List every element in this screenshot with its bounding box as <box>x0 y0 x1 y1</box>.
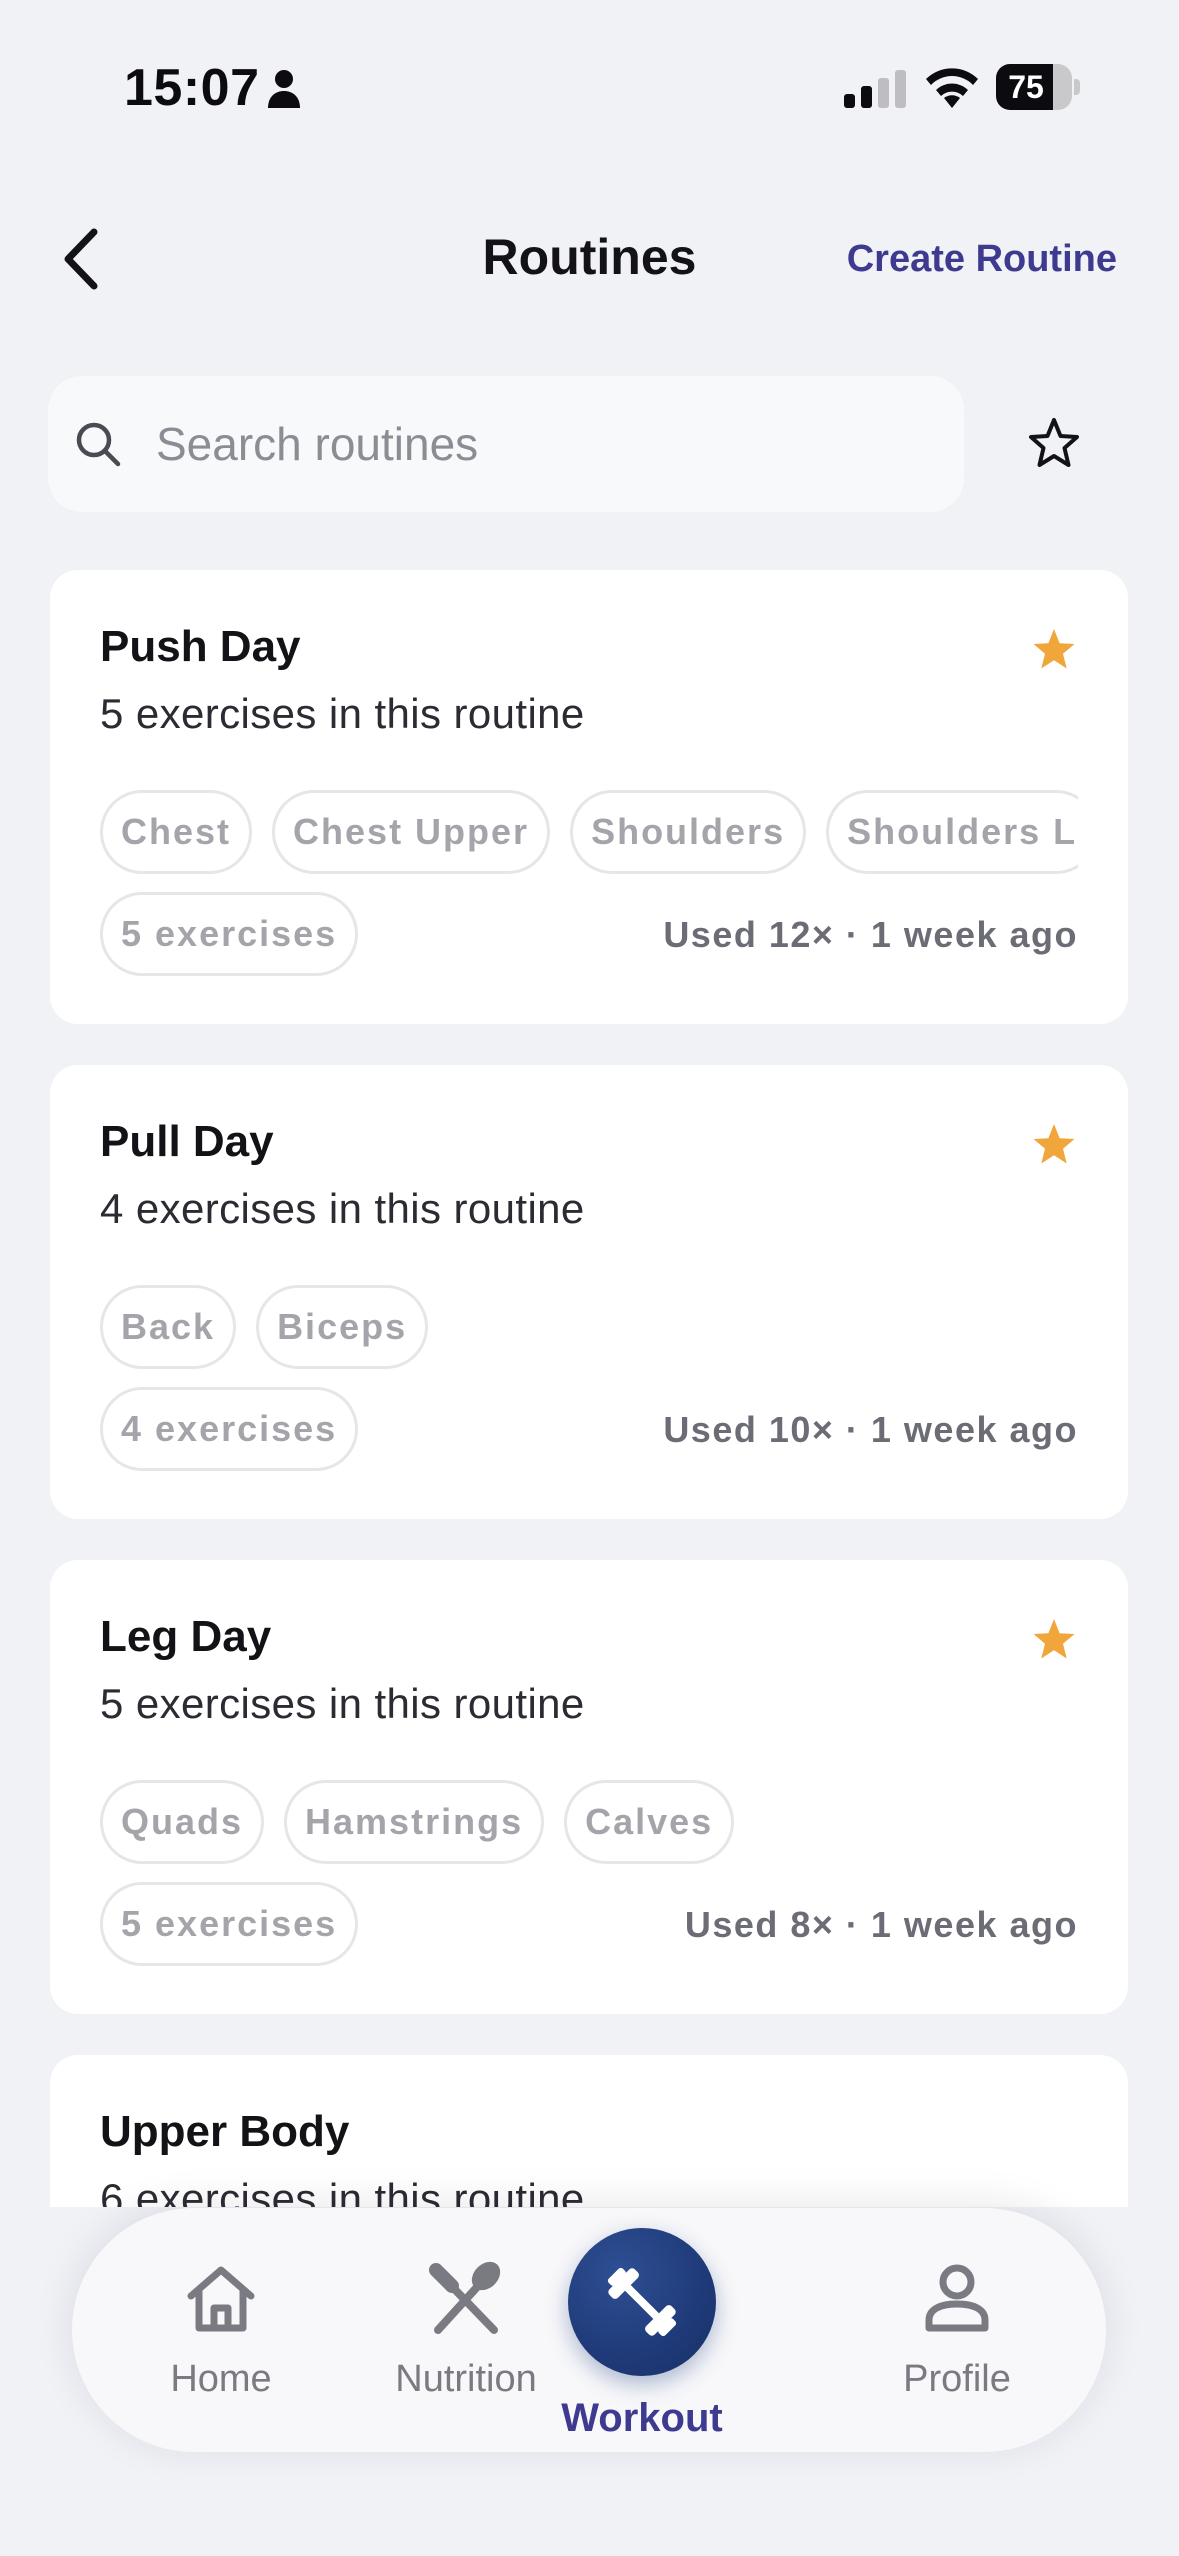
favorite-star-icon[interactable] <box>1030 626 1078 674</box>
exercise-count-tag: 5 exercises <box>100 892 359 976</box>
muscle-tag: Chest Upper <box>272 790 551 874</box>
muscle-tag: Biceps <box>256 1285 429 1369</box>
nav-profile-label: Profile <box>903 2358 1011 2400</box>
dumbbell-icon <box>607 2267 677 2337</box>
routine-subtitle: 5 exercises in this routine <box>100 1680 585 1727</box>
create-routine-button[interactable]: Create Routine <box>847 238 1117 281</box>
nav-home[interactable]: Home <box>121 2208 321 2452</box>
search-input[interactable] <box>156 404 936 484</box>
muscle-tags: Quads Hamstrings Calves <box>100 1780 1078 1866</box>
nav-profile[interactable]: Profile <box>857 2208 1057 2452</box>
routine-title: Upper Body <box>100 2107 350 2156</box>
routine-subtitle: 6 exercises in this routine <box>100 2175 585 2207</box>
status-bar: 15:07 75 <box>0 0 1179 175</box>
muscle-tag: Quads <box>100 1780 265 1864</box>
nav-nutrition[interactable]: Nutrition <box>366 2208 566 2452</box>
nav-home-label: Home <box>170 2358 272 2400</box>
muscle-tag: Back <box>100 1285 237 1369</box>
nav-nutrition-label: Nutrition <box>395 2358 537 2400</box>
routine-card-pull-day[interactable]: Pull Day 4 exercises in this routine Bac… <box>50 1065 1128 1519</box>
cellular-signal-icon <box>844 70 906 108</box>
routine-card-upper-body[interactable]: Upper Body 6 exercises in this routine <box>50 2055 1128 2207</box>
routine-subtitle: 4 exercises in this routine <box>100 1185 585 1232</box>
favorite-star-icon[interactable] <box>1030 1616 1078 1664</box>
routine-card-leg-day[interactable]: Leg Day 5 exercises in this routine Quad… <box>50 1560 1128 2014</box>
home-icon <box>187 2266 255 2332</box>
wifi-icon <box>926 68 978 108</box>
person-profile-icon <box>925 2264 989 2332</box>
muscle-tag: Chest <box>100 790 253 874</box>
exercise-count-tag: 4 exercises <box>100 1387 359 1471</box>
search-icon <box>76 422 121 467</box>
muscle-tag: Calves <box>564 1780 735 1864</box>
routine-title: Pull Day <box>100 1117 274 1166</box>
fork-spoon-icon <box>429 2261 501 2334</box>
muscle-tag: Shoulders L <box>826 790 1078 874</box>
battery-icon: 75 <box>996 64 1080 110</box>
favorite-star-icon[interactable] <box>1030 1121 1078 1169</box>
muscle-tags: Chest Chest Upper Shoulders Shoulders L <box>100 790 1078 876</box>
favorites-filter-star-icon[interactable] <box>1026 416 1082 472</box>
routine-title: Leg Day <box>100 1612 272 1661</box>
exercise-count-tag: 5 exercises <box>100 1882 359 1966</box>
person-icon <box>268 70 300 108</box>
muscle-tag: Hamstrings <box>284 1780 545 1864</box>
usage-info: Used 10× · 1 week ago <box>663 1409 1078 1450</box>
muscle-tags: Back Biceps <box>100 1285 1078 1371</box>
routine-title: Push Day <box>100 622 301 671</box>
nav-workout-label[interactable]: Workout <box>542 2396 742 2441</box>
status-time: 15:07 <box>124 59 260 117</box>
battery-percentage: 75 <box>1008 69 1044 105</box>
usage-info: Used 8× · 1 week ago <box>684 1904 1078 1945</box>
nav-workout[interactable] <box>568 2228 716 2376</box>
usage-info: Used 12× · 1 week ago <box>663 914 1078 955</box>
routine-subtitle: 5 exercises in this routine <box>100 690 585 737</box>
muscle-tag: Shoulders <box>570 790 807 874</box>
routine-card-push-day[interactable]: Push Day 5 exercises in this routine Che… <box>50 570 1128 1024</box>
